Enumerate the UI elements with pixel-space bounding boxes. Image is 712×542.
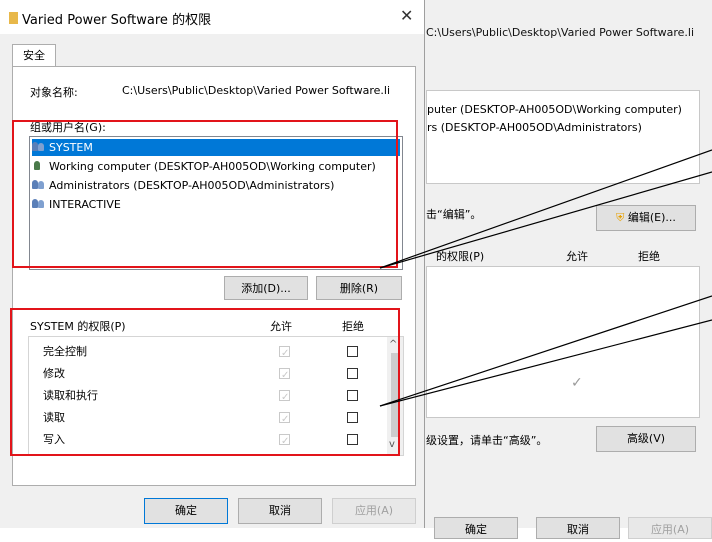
bg-edit-label: 编辑(E)...	[627, 211, 676, 224]
check-icon: ✓	[571, 375, 583, 391]
apply-button: 应用(A)	[332, 498, 416, 524]
bg-list-item[interactable]: rs (DESKTOP-AH005OD\Administrators)	[427, 121, 642, 134]
annotation-box-permissions	[10, 308, 400, 456]
bg-apply-button: 应用(A)	[628, 517, 712, 539]
ok-button[interactable]: 确定	[144, 498, 228, 524]
bg-perm-title: 的权限(P)	[436, 250, 485, 263]
remove-button[interactable]: 删除(R)	[316, 276, 402, 300]
bg-advanced-hint: 级设置，请单击“高级”。	[426, 434, 548, 447]
close-icon[interactable]: ✕	[400, 6, 413, 25]
cancel-button[interactable]: 取消	[238, 498, 322, 524]
bg-list-item[interactable]: puter (DESKTOP-AH005OD\Working computer)	[427, 103, 682, 116]
dialog-title: Varied Power Software 的权限	[22, 13, 212, 28]
bg-cancel-button[interactable]: 取消	[536, 517, 620, 539]
tab-security[interactable]: 安全	[12, 44, 56, 67]
bg-deny-header: 拒绝	[638, 250, 660, 263]
object-name-label: 对象名称:	[30, 86, 78, 99]
folder-icon	[9, 12, 18, 24]
title-bar: Varied Power Software 的权限 ✕	[0, 0, 424, 34]
shield-icon: ⛨	[616, 211, 625, 224]
bg-ok-button[interactable]: 确定	[434, 517, 518, 539]
bg-permissions-list: ✓	[426, 266, 700, 418]
add-button[interactable]: 添加(D)...	[224, 276, 308, 300]
bg-edit-button[interactable]: ⛨ 编辑(E)...	[596, 205, 696, 231]
bg-edit-hint: 击“编辑”。	[426, 208, 482, 221]
bg-users-list[interactable]: puter (DESKTOP-AH005OD\Working computer)…	[426, 90, 700, 184]
annotation-box-users	[12, 120, 398, 268]
object-name-value: C:\Users\Public\Desktop\Varied Power Sof…	[122, 84, 391, 97]
bg-advanced-button[interactable]: 高级(V)	[596, 426, 696, 452]
bg-object-path: C:\Users\Public\Desktop\Varied Power Sof…	[426, 26, 695, 39]
bg-allow-header: 允许	[566, 250, 588, 263]
